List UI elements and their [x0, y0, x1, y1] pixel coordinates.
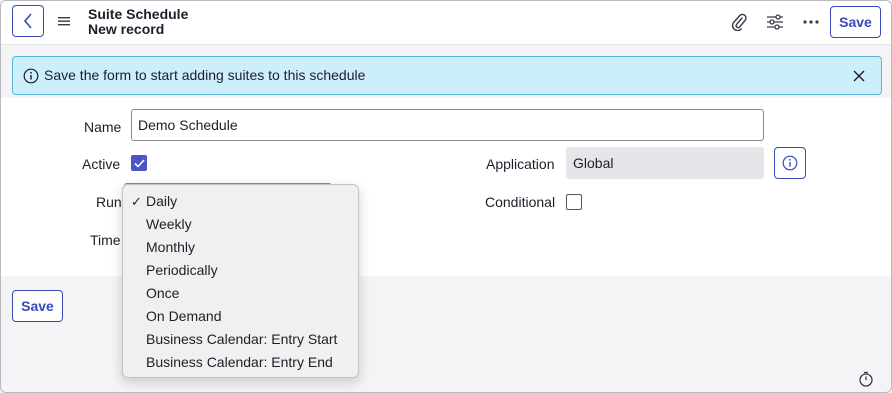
run-option-label: Business Calendar: Entry End [146, 354, 333, 370]
info-icon [23, 68, 39, 84]
run-option-label: Once [146, 285, 180, 301]
application-field: Global [566, 147, 764, 179]
run-option-label: Daily [146, 193, 178, 209]
run-option-monthly[interactable]: Monthly [123, 236, 358, 259]
run-label: Run [96, 194, 122, 210]
info-banner: Save the form to start adding suites to … [12, 56, 882, 95]
close-icon[interactable] [853, 70, 865, 82]
active-checkbox[interactable] [131, 155, 147, 171]
more-options-button[interactable] [801, 12, 821, 32]
run-option-label: On Demand [146, 308, 222, 324]
run-option-label: Monthly [146, 239, 196, 255]
attachment-button[interactable] [729, 12, 749, 32]
run-option-business-calendar-entry-start[interactable]: Business Calendar: Entry Start [123, 328, 358, 351]
save-button-header[interactable]: Save [830, 6, 881, 38]
info-icon [782, 155, 798, 171]
conditional-checkbox[interactable] [566, 194, 582, 210]
timer-icon[interactable] [858, 371, 874, 387]
menu-icon[interactable] [57, 14, 71, 28]
checkmark-icon [133, 158, 145, 168]
save-button-footer[interactable]: Save [12, 290, 63, 322]
attachment-icon [731, 13, 747, 31]
back-icon [23, 13, 32, 29]
run-option-label: Weekly [146, 216, 192, 232]
more-icon [803, 20, 819, 24]
page-title: Suite Schedule [88, 6, 189, 22]
form-header: Suite Schedule New record Save [1, 1, 891, 45]
run-dropdown-menu: ✓ Daily Weekly Monthly Periodically Once… [122, 184, 359, 378]
personalize-button[interactable] [765, 12, 785, 32]
run-option-label: Periodically [146, 262, 218, 278]
app-window: Suite Schedule New record Save Save the … [0, 0, 892, 393]
application-info-button[interactable] [774, 147, 806, 179]
settings-sliders-icon [767, 14, 783, 30]
record-title-block: Suite Schedule New record [88, 7, 188, 37]
run-option-weekly[interactable]: Weekly [123, 213, 358, 236]
application-label: Application [486, 156, 555, 172]
time-label: Time [90, 232, 121, 248]
name-label: Name [84, 119, 122, 135]
conditional-label: Conditional [485, 194, 556, 210]
run-option-periodically[interactable]: Periodically [123, 259, 358, 282]
checkmark-icon: ✓ [131, 194, 142, 209]
run-option-label: Business Calendar: Entry Start [146, 331, 338, 347]
banner-message: Save the form to start adding suites to … [44, 67, 366, 83]
run-option-daily[interactable]: ✓ Daily [123, 190, 358, 213]
run-option-once[interactable]: Once [123, 282, 358, 305]
back-button[interactable] [12, 5, 44, 37]
active-label: Active [82, 156, 121, 172]
run-option-on-demand[interactable]: On Demand [123, 305, 358, 328]
run-option-business-calendar-entry-end[interactable]: Business Calendar: Entry End [123, 351, 358, 374]
page-subtitle: New record [88, 21, 165, 37]
name-field[interactable]: Demo Schedule [131, 109, 764, 141]
